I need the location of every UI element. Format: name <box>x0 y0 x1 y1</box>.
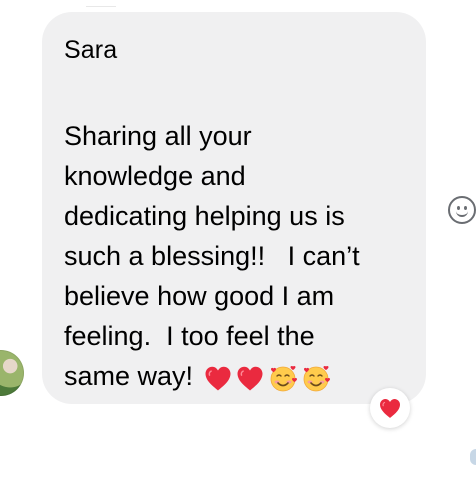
avatar[interactable] <box>0 350 24 396</box>
red-heart-emoji <box>205 366 231 391</box>
smiley-mouth <box>456 209 468 217</box>
message-bubble[interactable]: Sara Sharing all your knowledge and dedi… <box>42 12 426 404</box>
partial-next-avatar <box>470 449 476 465</box>
message-line: such a blessing!! I can’t <box>64 241 360 271</box>
message-line: feeling. I too feel the <box>64 321 315 351</box>
smiley-face-icon[interactable] <box>448 196 476 224</box>
message-line: same way! <box>64 361 194 391</box>
red-heart-icon <box>380 399 400 418</box>
previous-message-edge <box>86 0 116 7</box>
message-line: Sharing all your <box>64 121 252 151</box>
smiling-face-with-hearts-emoji <box>303 365 331 392</box>
message-text: Sharing all your knowledge and dedicatin… <box>64 116 414 398</box>
message-last-line: same way! <box>64 356 414 398</box>
message-line: believe how good I am <box>64 281 335 311</box>
message-line: dedicating helping us is <box>64 201 345 231</box>
red-heart-emoji <box>237 366 263 391</box>
emoji-group <box>203 356 333 396</box>
message-line: knowledge and <box>64 161 246 191</box>
reaction-badge[interactable] <box>370 388 410 428</box>
smiling-face-with-hearts-emoji <box>270 365 298 392</box>
sender-name: Sara <box>64 36 118 64</box>
